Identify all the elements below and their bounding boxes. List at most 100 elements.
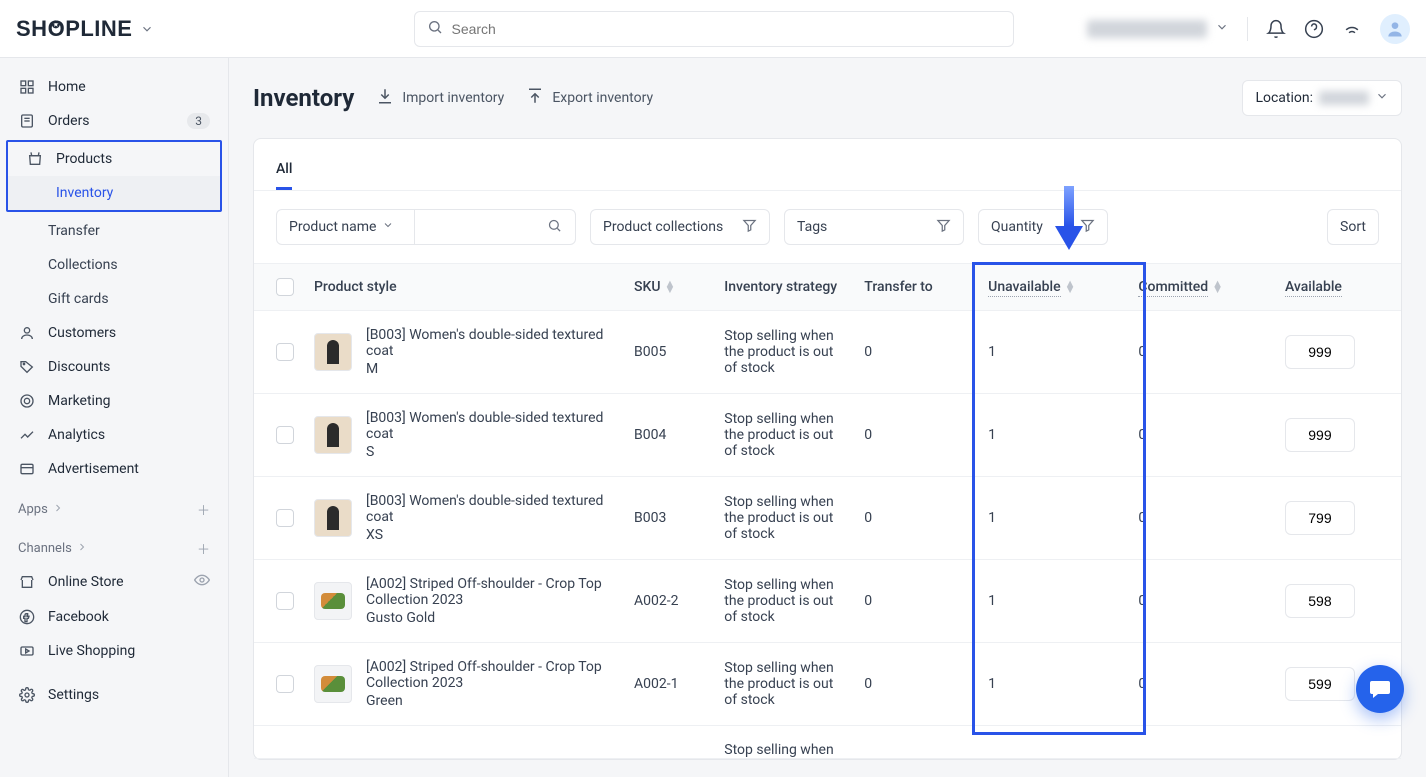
tabs: All	[254, 139, 1401, 191]
plus-icon[interactable]: ＋	[197, 539, 210, 558]
filter-label: Quantity	[991, 219, 1043, 235]
header-checkbox-cell	[254, 264, 304, 311]
products-highlight-annotation: Products Inventory	[6, 140, 222, 212]
help-icon[interactable]	[1304, 19, 1324, 39]
chat-widget-button[interactable]	[1356, 665, 1404, 713]
filter-tags[interactable]: Tags	[784, 209, 964, 245]
tab-all[interactable]: All	[276, 151, 292, 190]
sidebar-item-transfer[interactable]: Transfer	[0, 214, 228, 248]
committed-cell: 0	[1128, 643, 1275, 726]
sidebar-item-discounts[interactable]: Discounts	[0, 350, 228, 384]
table-row: [B003] Women's double-sided textured coa…	[254, 394, 1401, 477]
bell-icon[interactable]	[1266, 19, 1286, 39]
chevron-right-icon	[76, 541, 88, 557]
sidebar-item-inventory[interactable]: Inventory	[8, 176, 220, 210]
location-selector[interactable]: Location:	[1242, 80, 1402, 116]
product-name[interactable]: [A002] Striped Off-shoulder - Crop Top C…	[366, 659, 614, 691]
header-sku[interactable]: SKU▲▼	[624, 264, 714, 311]
product-thumbnail[interactable]	[314, 665, 352, 703]
sidebar-item-products[interactable]: Products	[8, 142, 220, 176]
row-checkbox[interactable]	[276, 675, 294, 693]
plus-icon[interactable]: ＋	[197, 500, 210, 519]
location-value-redacted	[1319, 91, 1369, 105]
row-checkbox[interactable]	[276, 592, 294, 610]
import-inventory-button[interactable]: Import inventory	[376, 87, 504, 109]
sidebar-item-label: Online Store	[48, 574, 124, 590]
available-input[interactable]	[1285, 584, 1355, 618]
sidebar-item-facebook[interactable]: Facebook	[0, 600, 228, 634]
sidebar-item-orders[interactable]: Orders 3	[0, 104, 228, 138]
brand-logo[interactable]: SHO✪PLINE	[16, 16, 154, 42]
sidebar-item-settings[interactable]: Settings	[0, 678, 228, 712]
table-wrap: Product style SKU▲▼ Inventory strategy T…	[254, 263, 1401, 759]
header-product-style[interactable]: Product style	[304, 264, 624, 311]
sidebar-item-label: Live Shopping	[48, 643, 135, 659]
available-input[interactable]	[1285, 335, 1355, 369]
facebook-icon	[18, 608, 36, 626]
sidebar-item-online-store[interactable]: Online Store	[0, 564, 228, 600]
header-committed[interactable]: Committed▲▼	[1128, 264, 1275, 311]
available-input[interactable]	[1285, 667, 1355, 701]
sort-button[interactable]: Sort	[1327, 209, 1379, 245]
apps-section[interactable]: Apps ＋	[0, 486, 228, 525]
strategy-cell: Stop selling when the product is out of …	[714, 477, 854, 560]
product-name[interactable]: [B003] Women's double-sided textured coa…	[366, 410, 614, 442]
sidebar-item-home[interactable]: Home	[0, 70, 228, 104]
sidebar-item-collections[interactable]: Collections	[0, 248, 228, 282]
row-checkbox[interactable]	[276, 426, 294, 444]
sidebar-item-gift-cards[interactable]: Gift cards	[0, 282, 228, 316]
row-checkbox[interactable]	[276, 509, 294, 527]
product-thumbnail[interactable]	[314, 499, 352, 537]
chevron-right-icon	[52, 502, 64, 518]
account-switcher[interactable]	[1087, 20, 1229, 38]
wifi-icon[interactable]	[1342, 19, 1362, 39]
available-input[interactable]	[1285, 418, 1355, 452]
sidebar-item-label: Transfer	[48, 223, 100, 239]
chevron-down-icon	[382, 219, 394, 235]
sidebar-item-marketing[interactable]: Marketing	[0, 384, 228, 418]
committed-cell: 0	[1128, 394, 1275, 477]
sidebar-item-live-shopping[interactable]: Live Shopping	[0, 634, 228, 668]
header-transfer-to[interactable]: Transfer to	[854, 264, 978, 311]
product-name[interactable]: [B003] Women's double-sided textured coa…	[366, 493, 614, 525]
filter-label: Product name	[289, 219, 376, 235]
product-name[interactable]: [A002] Striped Off-shoulder - Crop Top C…	[366, 576, 614, 608]
export-inventory-button[interactable]: Export inventory	[526, 87, 653, 109]
filter-quantity[interactable]: Quantity	[978, 209, 1108, 245]
channels-section[interactable]: Channels ＋	[0, 525, 228, 564]
row-checkbox[interactable]	[276, 343, 294, 361]
search-input-wrapper[interactable]	[414, 11, 1014, 47]
store-icon	[18, 573, 36, 591]
filter-label: Tags	[797, 219, 827, 235]
product-thumbnail[interactable]	[314, 333, 352, 371]
avatar[interactable]	[1380, 14, 1410, 44]
filter-search-input[interactable]	[414, 210, 574, 244]
header-available[interactable]: Available	[1275, 264, 1401, 311]
sidebar-item-advertisement[interactable]: Advertisement	[0, 452, 228, 486]
header-label: SKU	[634, 279, 660, 295]
product-thumbnail[interactable]	[314, 416, 352, 454]
search-input[interactable]	[451, 21, 1001, 37]
sidebar-item-label: Home	[48, 79, 86, 95]
table-row: Stop selling when	[254, 726, 1401, 759]
available-input[interactable]	[1285, 501, 1355, 535]
filter-product-collections[interactable]: Product collections	[590, 209, 770, 245]
select-all-checkbox[interactable]	[276, 278, 294, 296]
product-thumbnail[interactable]	[314, 582, 352, 620]
unavailable-cell: 1	[978, 560, 1128, 643]
location-label-text: Location:	[1255, 90, 1313, 106]
header-inventory-strategy[interactable]: Inventory strategy	[714, 264, 854, 311]
header-unavailable[interactable]: Unavailable▲▼	[978, 264, 1128, 311]
filter-product-name[interactable]: Product name	[276, 209, 576, 245]
sku-cell: A002-2	[624, 560, 714, 643]
chevron-down-icon[interactable]	[140, 22, 154, 36]
sidebar-item-analytics[interactable]: Analytics	[0, 418, 228, 452]
sidebar-item-label: Customers	[48, 325, 116, 341]
sidebar-item-customers[interactable]: Customers	[0, 316, 228, 350]
sku-cell: B003	[624, 477, 714, 560]
sidebar-item-label: Orders	[48, 113, 90, 129]
brand-text: SHO✪PLINE	[16, 16, 132, 42]
eye-icon[interactable]	[194, 572, 210, 592]
product-name[interactable]: [B003] Women's double-sided textured coa…	[366, 327, 614, 359]
sidebar-item-label: Analytics	[48, 427, 105, 443]
